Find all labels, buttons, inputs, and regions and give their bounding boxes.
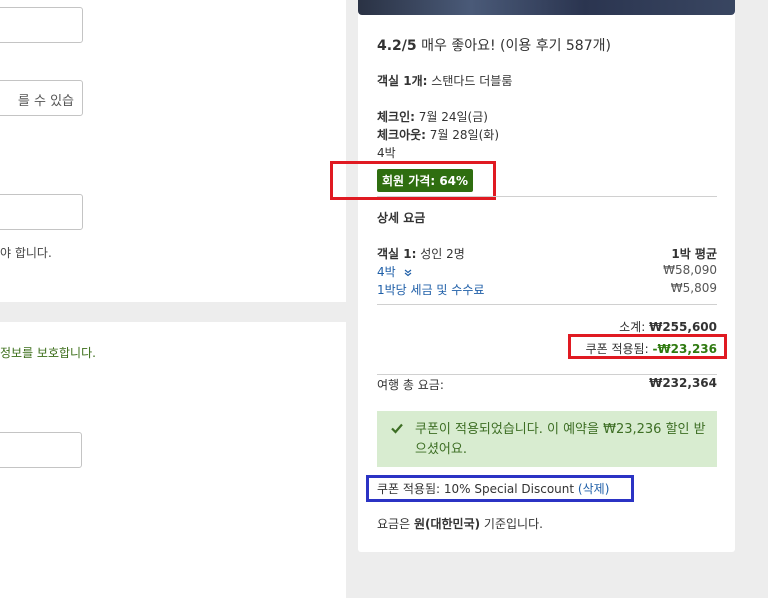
text-field-2[interactable]: 를 수 있습 bbox=[0, 80, 83, 116]
currency-note: 요금은 원(대한민국) 기준입니다. bbox=[377, 515, 543, 532]
nightly-price: ₩58,090 bbox=[663, 263, 717, 277]
coupon-success-text: 쿠폰이 적용되었습니다. 이 예약을 ₩23,236 할인 받으셨어요. bbox=[415, 422, 706, 457]
room-summary: 객실 1개: 스탠다드 더블룸 bbox=[377, 72, 512, 89]
coupon-success-message: 쿠폰이 적용되었습니다. 이 예약을 ₩23,236 할인 받으셨어요. bbox=[377, 411, 717, 467]
room-value: 스탠다드 더블룸 bbox=[431, 74, 513, 88]
check-icon bbox=[391, 423, 403, 434]
checkout-label: 체크아웃: bbox=[377, 128, 426, 142]
tax-fees-link[interactable]: 1박당 세금 및 수수료 bbox=[377, 281, 484, 298]
rating: 4.2/5 매우 좋아요! (이용 후기 587개) bbox=[377, 35, 611, 55]
coupon-discount-highlight bbox=[568, 334, 727, 359]
form-card-bottom: 정보를 보호합니다. bbox=[0, 322, 346, 598]
subtotal-row: 소계: ₩255,600 bbox=[619, 318, 717, 335]
rating-text: 매우 좋아요! (이용 후기 587개) bbox=[421, 38, 611, 54]
details-title: 상세 요금 bbox=[377, 211, 426, 225]
checkout-row: 체크아웃: 7월 28일(화) bbox=[377, 126, 499, 143]
total-label: 여행 총 요금: bbox=[377, 378, 444, 392]
text-field-2-value: 를 수 있습 bbox=[17, 94, 74, 109]
subtotal-value: ₩255,600 bbox=[649, 320, 717, 334]
member-price-highlight bbox=[330, 161, 496, 200]
booking-summary-card: 4.2/5 매우 좋아요! (이용 후기 587개) 객실 1개: 스탠다드 더… bbox=[330, 0, 735, 552]
total-value: ₩232,364 bbox=[649, 376, 717, 390]
checkout-value: 7월 28일(화) bbox=[429, 128, 499, 142]
nights-link-text: 4박 bbox=[377, 265, 396, 279]
rating-score: 4.2/5 bbox=[377, 38, 417, 54]
subtotal-label: 소계: bbox=[619, 320, 646, 334]
divider bbox=[377, 196, 717, 197]
tax-fees-price: ₩5,809 bbox=[670, 281, 717, 295]
currency-bold: 원(대한민국) bbox=[413, 517, 481, 531]
divider bbox=[377, 374, 717, 375]
coupon-line-highlight bbox=[366, 475, 634, 502]
field-note: 야 합니다. bbox=[0, 246, 52, 260]
currency-suffix: 기준입니다. bbox=[480, 517, 543, 531]
privacy-note: 정보를 보호합니다. bbox=[0, 346, 96, 360]
checkin-value: 7월 24일(금) bbox=[418, 110, 488, 124]
room-occupancy: 객실 1: 성인 2명 bbox=[377, 245, 465, 262]
text-field-3[interactable] bbox=[0, 194, 83, 230]
chevron-down-icon bbox=[404, 269, 411, 276]
currency-prefix: 요금은 bbox=[377, 517, 414, 531]
hotel-photo bbox=[358, 0, 735, 15]
checkin-row: 체크인: 7월 24일(금) bbox=[377, 108, 488, 125]
nights-expand-link[interactable]: 4박 bbox=[377, 263, 412, 280]
nightly-average-label: 1박 평균 bbox=[671, 247, 717, 261]
room-occupancy-value: 성인 2명 bbox=[420, 247, 465, 261]
text-field-1[interactable] bbox=[0, 7, 83, 43]
checkin-label: 체크인: bbox=[377, 110, 415, 124]
nights-count: 4박 bbox=[377, 146, 396, 160]
text-field-4[interactable] bbox=[0, 432, 82, 468]
form-card-top: 를 수 있습 야 합니다. bbox=[0, 0, 346, 302]
divider bbox=[377, 304, 717, 305]
room-occupancy-label: 객실 1: bbox=[377, 247, 417, 261]
room-label: 객실 1개: bbox=[377, 74, 428, 88]
